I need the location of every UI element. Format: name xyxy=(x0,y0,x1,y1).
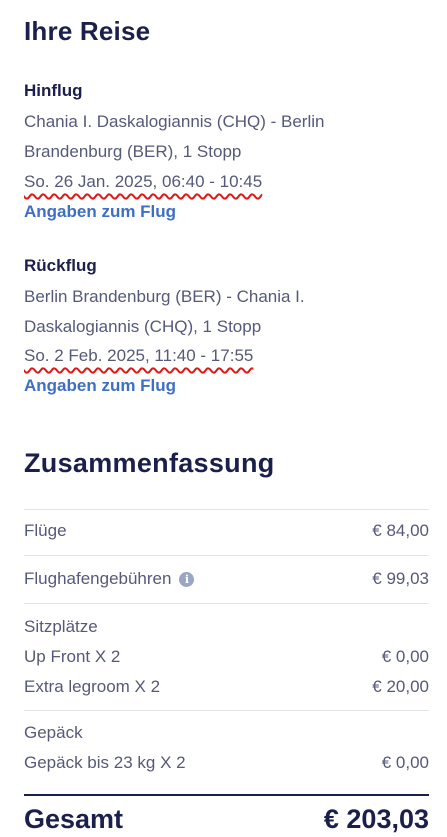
seat-item-value: € 0,00 xyxy=(381,647,429,666)
return-route-line2: Daskalogiannis (CHQ), 1 Stopp xyxy=(24,317,262,336)
seat-item-value: € 20,00 xyxy=(372,677,429,696)
baggage-heading-row: Gepäck xyxy=(24,718,429,748)
airport-fees-row: Flughafengebühren i € 99,03 xyxy=(24,564,429,594)
trip-title: Ihre Reise xyxy=(24,16,151,46)
total-value: € 203,03 xyxy=(323,804,429,834)
baggage-item-value: € 0,00 xyxy=(381,753,429,772)
outbound-datetime: So. 26 Jan. 2025, 06:40 - 10:45 xyxy=(24,172,263,191)
return-route-line1: Berlin Brandenburg (BER) - Chania I. xyxy=(24,287,305,306)
flights-label: Flüge xyxy=(24,521,67,540)
summary-title: Zusammenfassung xyxy=(24,448,275,478)
outbound-route-line1: Chania I. Daskalogiannis (CHQ) - Berlin xyxy=(24,112,325,131)
divider xyxy=(24,603,429,604)
total-divider xyxy=(24,794,429,796)
baggage-item-label: Gepäck bis 23 kg X 2 xyxy=(24,753,186,772)
seat-item-row: Up Front X 2 € 0,00 xyxy=(24,642,429,672)
divider xyxy=(24,555,429,556)
info-icon[interactable]: i xyxy=(179,572,195,588)
seat-item-row: Extra legroom X 2 € 20,00 xyxy=(24,672,429,702)
seat-item-label: Up Front X 2 xyxy=(24,647,121,666)
outbound-heading: Hinflug xyxy=(24,81,83,100)
outbound-route-line2: Brandenburg (BER), 1 Stopp xyxy=(24,142,242,161)
baggage-item-row: Gepäck bis 23 kg X 2 € 0,00 xyxy=(24,748,429,778)
divider xyxy=(24,710,429,711)
return-datetime: So. 2 Feb. 2025, 11:40 - 17:55 xyxy=(24,346,254,365)
total-row: Gesamt € 203,03 xyxy=(24,804,429,835)
airport-fees-label: Flughafengebühren xyxy=(24,569,172,588)
outbound-details-link[interactable]: Angaben zum Flug xyxy=(24,202,176,222)
return-details-link[interactable]: Angaben zum Flug xyxy=(24,376,176,396)
seats-heading-row: Sitzplätze xyxy=(24,612,429,642)
return-heading: Rückflug xyxy=(24,256,97,275)
flights-value: € 84,00 xyxy=(372,521,429,540)
airport-fees-value: € 99,03 xyxy=(372,569,429,588)
baggage-label: Gepäck xyxy=(24,723,83,742)
flights-row: Flüge € 84,00 xyxy=(24,516,429,546)
seat-item-label: Extra legroom X 2 xyxy=(24,677,161,696)
total-label: Gesamt xyxy=(24,804,124,834)
seats-label: Sitzplätze xyxy=(24,617,98,636)
divider xyxy=(24,509,429,510)
